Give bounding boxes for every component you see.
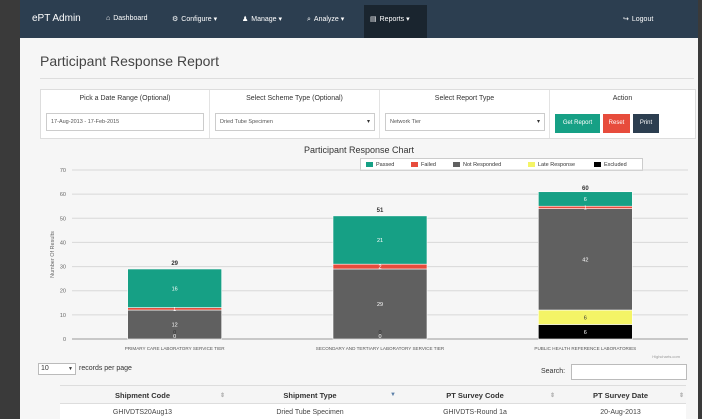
y-tick-label: 0 bbox=[63, 337, 66, 343]
y-tick-label: 50 bbox=[60, 216, 66, 222]
segment-data-label: 6 bbox=[584, 330, 587, 336]
nav-item-reports[interactable]: ▤ Reports ▾ bbox=[370, 15, 410, 23]
segment-data-label: 6 bbox=[584, 315, 587, 321]
scheme-type-header: Select Scheme Type (Optional) bbox=[246, 95, 343, 102]
app-page: ePT Admin ⌂ Dashboard ⚙ Configure ▾ ♟ Manag… bbox=[20, 0, 698, 419]
nav-label-dashboard: Dashboard bbox=[113, 15, 148, 22]
title-divider bbox=[40, 78, 694, 79]
date-range-input[interactable]: 17-Aug-2013 - 17-Feb-2015 bbox=[46, 113, 204, 131]
search-label: Search: bbox=[541, 368, 566, 375]
cell-shipment-code: GHIVDTS20Aug13 bbox=[112, 409, 173, 416]
y-tick-label: 20 bbox=[60, 289, 66, 295]
records-per-page-label: records per page bbox=[79, 365, 132, 372]
table-header-row: Shipment Code ⇕ Shipment Type ▼ PT Survey … bbox=[60, 385, 686, 404]
segment-data-label: 12 bbox=[172, 323, 178, 329]
segment-data-label: 0 bbox=[173, 330, 176, 336]
x-tick-label: PRIMARY CARE LABORATORY SERVICE TIER bbox=[125, 346, 226, 351]
chart-icon: ▤ bbox=[370, 16, 377, 23]
stack-total-label: 51 bbox=[377, 208, 384, 214]
y-tick-label: 30 bbox=[60, 265, 66, 271]
participant-response-chart: 010203040506070Number Of Results 0012116… bbox=[50, 168, 688, 359]
records-per-page-select[interactable]: 10 ▼ bbox=[38, 363, 76, 375]
column-header-shipment-type[interactable]: Shipment Type ▼ bbox=[225, 391, 396, 400]
search-input[interactable] bbox=[571, 364, 687, 380]
report-type-value: Network Tier bbox=[390, 119, 421, 125]
segment-data-label: 21 bbox=[377, 238, 383, 244]
nav-label-reports: Reports ▾ bbox=[379, 16, 410, 23]
cell-pt-survey-code: GHIVDTS-Round 1a bbox=[443, 409, 507, 416]
chevron-down-icon: ▼ bbox=[68, 366, 73, 372]
y-tick-label: 10 bbox=[60, 313, 66, 319]
user-icon: ♟ bbox=[242, 16, 249, 23]
nav-item-analyze[interactable]: ⌕ Analyze ▾ bbox=[307, 15, 344, 24]
nav-label-configure: Configure ▾ bbox=[181, 16, 218, 23]
column-header-pt-survey-date[interactable]: PT Survey Date ⇕ bbox=[555, 391, 686, 400]
gear-icon: ⚙ bbox=[172, 16, 179, 23]
segment-data-label: 29 bbox=[377, 302, 383, 308]
chevron-down-icon: ▾ bbox=[536, 119, 540, 125]
nav-label-analyze: Analyze ▾ bbox=[313, 16, 345, 23]
logout-link[interactable]: ↪ Logout bbox=[623, 15, 653, 23]
report-type-header: Select Report Type bbox=[434, 95, 495, 102]
logout-label: Logout bbox=[631, 16, 654, 23]
y-tick-label: 70 bbox=[60, 168, 66, 174]
stack-total-label: 60 bbox=[582, 186, 589, 192]
x-tick-label: PUBLIC HEALTH REFERENCE LABORATORIES bbox=[534, 346, 636, 351]
brand-logo[interactable]: ePT Admin bbox=[32, 13, 81, 24]
scheme-type-column: Select Scheme Type (Optional) Dried Tube… bbox=[210, 90, 380, 138]
scheme-type-select[interactable]: Dried Tube Specimen ▾ bbox=[215, 113, 375, 131]
scheme-type-value: Dried Tube Specimen bbox=[220, 119, 273, 125]
action-header: Action bbox=[612, 95, 633, 102]
get-report-button[interactable]: Get Report bbox=[555, 114, 600, 133]
nav-label-manage: Manage ▾ bbox=[251, 16, 283, 23]
print-button[interactable]: Print bbox=[633, 114, 659, 133]
segment-data-label: 16 bbox=[172, 286, 178, 292]
cell-shipment-type: Dried Tube Specimen bbox=[276, 409, 344, 416]
chart-credit: Highcharts.com bbox=[652, 354, 680, 359]
segment-data-label: 1 bbox=[173, 307, 176, 313]
cell-pt-survey-date: 20-Aug-2013 bbox=[600, 409, 641, 416]
chevron-down-icon: ▾ bbox=[366, 119, 370, 125]
segment-data-label: 1 bbox=[584, 205, 587, 211]
report-type-column: Select Report Type Network Tier ▾ bbox=[380, 90, 550, 138]
dashboard-icon: ⌂ bbox=[106, 15, 111, 22]
search-icon: ⌕ bbox=[307, 16, 311, 23]
report-filter-panel: Pick a Date Range (Optional) 17-Aug-2013… bbox=[40, 89, 696, 139]
logout-icon: ↪ bbox=[623, 16, 629, 23]
action-column: Action Get Report Reset Print bbox=[550, 90, 695, 138]
top-navbar: ePT Admin ⌂ Dashboard ⚙ Configure ▾ ♟ Manag… bbox=[20, 0, 698, 38]
segment-data-label: 0 bbox=[378, 330, 381, 336]
y-tick-label: 40 bbox=[60, 240, 66, 246]
records-per-page-value: 10 bbox=[41, 365, 49, 372]
nav-item-configure[interactable]: ⚙ Configure ▾ bbox=[172, 15, 217, 23]
date-range-header: Pick a Date Range (Optional) bbox=[79, 95, 171, 102]
stack-total-label: 29 bbox=[171, 261, 178, 267]
segment-data-label: 42 bbox=[582, 257, 588, 263]
report-type-select[interactable]: Network Tier ▾ bbox=[385, 113, 545, 131]
records-per-page-control: 10 ▼ records per page bbox=[38, 363, 132, 375]
date-range-column: Pick a Date Range (Optional) 17-Aug-2013… bbox=[41, 90, 210, 138]
reset-button[interactable]: Reset bbox=[603, 114, 630, 133]
column-header-pt-survey-code[interactable]: PT Survey Code ⇕ bbox=[395, 391, 555, 400]
nav-item-manage[interactable]: ♟ Manage ▾ bbox=[242, 15, 282, 23]
x-tick-label: SECONDARY AND TERTIARY LABORATORY SERVIC… bbox=[316, 346, 445, 351]
sort-icon: ⇕ bbox=[679, 393, 685, 399]
nav-item-dashboard[interactable]: ⌂ Dashboard bbox=[106, 15, 147, 22]
table-row[interactable]: GHIVDTS20Aug13 Dried Tube Specimen GHIVD… bbox=[60, 404, 686, 419]
segment-data-label: 2 bbox=[378, 265, 381, 271]
page-title: Participant Response Report bbox=[40, 53, 219, 69]
segment-data-label: 6 bbox=[584, 197, 587, 203]
y-axis-label: Number Of Results bbox=[50, 231, 56, 278]
column-header-shipment-code[interactable]: Shipment Code ⇕ bbox=[60, 391, 225, 400]
y-tick-label: 60 bbox=[60, 192, 66, 198]
